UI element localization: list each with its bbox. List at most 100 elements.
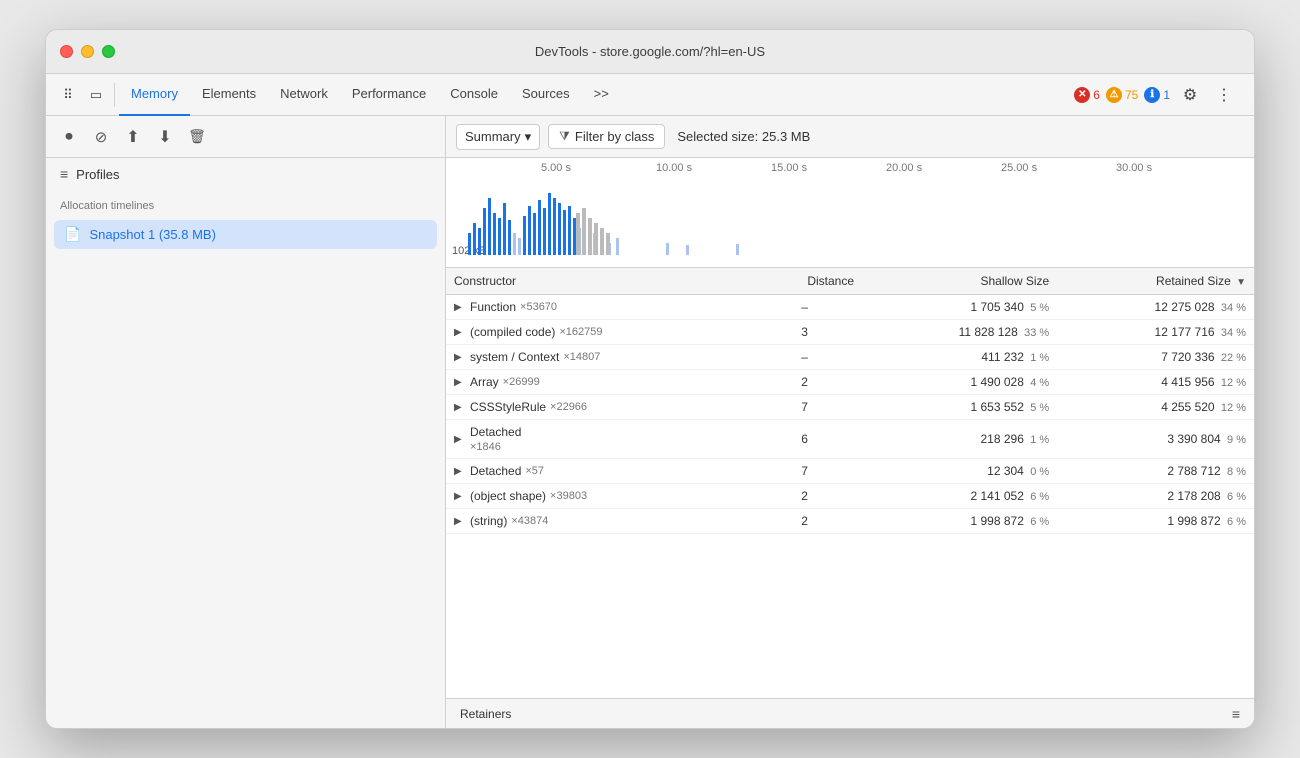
more-menu-icon[interactable]: ⋮ <box>1210 81 1238 109</box>
main-content: ⏺ ⊘ ⬆ ⬇ 🗑 ≡ Profiles Allocation timeline… <box>46 116 1254 728</box>
expand-arrow-3[interactable]: ▶ <box>454 377 466 388</box>
cell-shallow-6: 12 304 0 % <box>862 459 1057 484</box>
filter-by-class-button[interactable]: ⧩ Filter by class <box>548 124 665 149</box>
error-count: 6 <box>1093 88 1100 102</box>
cell-retained-5: 3 390 804 9 % <box>1057 420 1254 459</box>
snapshot-label: Snapshot 1 (35.8 MB) <box>89 227 215 242</box>
select-mode-icon[interactable]: ⠿ <box>54 81 82 109</box>
timeline-area: 5.00 s 10.00 s 15.00 s 20.00 s 25.00 s 3… <box>446 158 1254 268</box>
cell-shallow-3: 1 490 028 4 % <box>862 370 1057 395</box>
col-retained-size[interactable]: Retained Size ▼ <box>1057 268 1254 295</box>
table-row[interactable]: ▶ Detached ×57 7 12 304 0 % 2 788 712 8 … <box>446 459 1254 484</box>
timeline-chart <box>446 178 1254 258</box>
expand-arrow-2[interactable]: ▶ <box>454 352 466 363</box>
cell-retained-8: 1 998 872 6 % <box>1057 509 1254 534</box>
table-row[interactable]: ▶ (string) ×43874 2 1 998 872 6 % 1 998 … <box>446 509 1254 534</box>
filter-label: Filter by class <box>575 129 654 144</box>
download-button[interactable]: ⬇ <box>152 124 178 150</box>
col-distance[interactable]: Distance <box>747 268 862 295</box>
expand-arrow-6[interactable]: ▶ <box>454 466 466 477</box>
tab-sources[interactable]: Sources <box>510 74 582 116</box>
snapshot-item[interactable]: 📄 Snapshot 1 (35.8 MB) <box>54 220 437 249</box>
warn-badge-icon: ⚠ <box>1106 87 1122 103</box>
title-bar: DevTools - store.google.com/?hl=en-US <box>46 30 1254 74</box>
cell-shallow-8: 1 998 872 6 % <box>862 509 1057 534</box>
record-button[interactable]: ⏺ <box>56 124 82 150</box>
table-row[interactable]: ▶ Array ×26999 2 1 490 028 4 % 4 415 956… <box>446 370 1254 395</box>
cell-retained-0: 12 275 028 34 % <box>1057 295 1254 320</box>
ruler-tick-20s: 20.00 s <box>886 162 922 174</box>
col-shallow-size[interactable]: Shallow Size <box>862 268 1057 295</box>
cell-distance-3: 2 <box>747 370 862 395</box>
table-row[interactable]: ▶ Detached ×1846 6 218 296 1 % 3 390 804… <box>446 420 1254 459</box>
sidebar: ⏺ ⊘ ⬆ ⬇ 🗑 ≡ Profiles Allocation timeline… <box>46 116 446 728</box>
cell-shallow-0: 1 705 340 5 % <box>862 295 1057 320</box>
ruler-tick-15s: 15.00 s <box>771 162 807 174</box>
settings-icon[interactable]: ⚙ <box>1176 81 1204 109</box>
profiles-label: Profiles <box>76 167 119 182</box>
tab-elements[interactable]: Elements <box>190 74 268 116</box>
minimize-button[interactable] <box>81 45 94 58</box>
retainers-menu-icon[interactable]: ≡ <box>1232 706 1240 722</box>
cell-retained-6: 2 788 712 8 % <box>1057 459 1254 484</box>
collect-garbage-button[interactable]: 🗑 <box>184 124 210 150</box>
device-mode-icon[interactable]: ▭ <box>82 81 110 109</box>
maximize-button[interactable] <box>102 45 115 58</box>
clear-button[interactable]: ⊘ <box>88 124 114 150</box>
cell-constructor-2: ▶ system / Context ×14807 <box>446 345 747 370</box>
dropdown-arrow-icon: ▾ <box>525 129 532 145</box>
cell-distance-6: 7 <box>747 459 862 484</box>
expand-arrow-0[interactable]: ▶ <box>454 302 466 313</box>
retainers-label: Retainers <box>460 707 511 721</box>
expand-arrow-1[interactable]: ▶ <box>454 327 466 338</box>
cell-retained-2: 7 720 336 22 % <box>1057 345 1254 370</box>
expand-arrow-4[interactable]: ▶ <box>454 402 466 413</box>
devtools-window: DevTools - store.google.com/?hl=en-US ⠿ … <box>45 29 1255 729</box>
tab-memory[interactable]: Memory <box>119 74 190 116</box>
cell-shallow-4: 1 653 552 5 % <box>862 395 1057 420</box>
cell-distance-7: 2 <box>747 484 862 509</box>
info-badge-icon: ℹ <box>1144 87 1160 103</box>
expand-arrow-8[interactable]: ▶ <box>454 516 466 527</box>
upload-button[interactable]: ⬆ <box>120 124 146 150</box>
close-button[interactable] <box>60 45 73 58</box>
profiles-icon: ≡ <box>60 166 68 182</box>
tab-console[interactable]: Console <box>438 74 510 116</box>
expand-arrow-7[interactable]: ▶ <box>454 491 466 502</box>
table-row[interactable]: ▶ system / Context ×14807 – 411 232 1 % … <box>446 345 1254 370</box>
allocation-timelines-label: Allocation timelines <box>46 190 445 218</box>
window-title: DevTools - store.google.com/?hl=en-US <box>535 44 765 59</box>
nav-right-badges: ✕ 6 ⚠ 75 ℹ 1 ⚙ ⋮ <box>1074 81 1238 109</box>
tab-more[interactable]: >> <box>582 74 621 116</box>
memory-table: Constructor Distance Shallow Size Retain… <box>446 268 1254 534</box>
tab-performance[interactable]: Performance <box>340 74 438 116</box>
sidebar-toolbar: ⏺ ⊘ ⬆ ⬇ 🗑 <box>46 116 445 158</box>
ruler-tick-10s: 10.00 s <box>656 162 692 174</box>
right-panel: Summary ▾ ⧩ Filter by class Selected siz… <box>446 116 1254 728</box>
info-badge[interactable]: ℹ 1 <box>1144 87 1170 103</box>
table-row[interactable]: ▶ Function ×53670 – 1 705 340 5 % 12 275… <box>446 295 1254 320</box>
retainers-bar: Retainers ≡ <box>446 698 1254 728</box>
table-row[interactable]: ▶ (compiled code) ×162759 3 11 828 128 3… <box>446 320 1254 345</box>
selected-size: Selected size: 25.3 MB <box>677 129 810 144</box>
cell-distance-4: 7 <box>747 395 862 420</box>
summary-dropdown[interactable]: Summary ▾ <box>456 124 540 150</box>
error-badge[interactable]: ✕ 6 <box>1074 87 1100 103</box>
cell-shallow-7: 2 141 052 6 % <box>862 484 1057 509</box>
cell-constructor-5: ▶ Detached ×1846 <box>446 420 747 459</box>
error-badge-icon: ✕ <box>1074 87 1090 103</box>
warn-badge[interactable]: ⚠ 75 <box>1106 87 1138 103</box>
col-constructor[interactable]: Constructor <box>446 268 747 295</box>
sort-icon: ▼ <box>1236 277 1246 288</box>
cell-constructor-0: ▶ Function ×53670 <box>446 295 747 320</box>
cell-constructor-3: ▶ Array ×26999 <box>446 370 747 395</box>
warn-count: 75 <box>1125 88 1138 102</box>
cell-constructor-7: ▶ (object shape) ×39803 <box>446 484 747 509</box>
cell-retained-3: 4 415 956 12 % <box>1057 370 1254 395</box>
summary-label: Summary <box>465 129 521 144</box>
ruler-tick-5s: 5.00 s <box>541 162 571 174</box>
tab-network[interactable]: Network <box>268 74 340 116</box>
table-row[interactable]: ▶ (object shape) ×39803 2 2 141 052 6 % … <box>446 484 1254 509</box>
expand-arrow-5[interactable]: ▶ <box>454 434 466 445</box>
table-row[interactable]: ▶ CSSStyleRule ×22966 7 1 653 552 5 % 4 … <box>446 395 1254 420</box>
